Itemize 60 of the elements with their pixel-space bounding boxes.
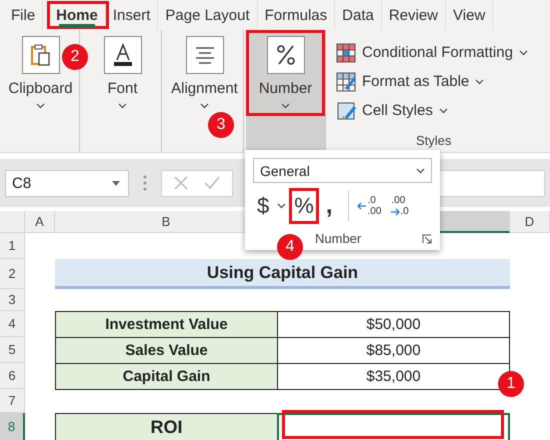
row-header[interactable]: 4 bbox=[0, 311, 25, 337]
right-arrow-icon bbox=[391, 208, 400, 216]
ribbon-button[interactable] bbox=[266, 36, 304, 74]
table-cell: Investment Value bbox=[55, 311, 278, 338]
row-header[interactable]: 6 bbox=[0, 363, 25, 389]
percent-icon bbox=[274, 43, 296, 67]
caret-icon bbox=[438, 108, 448, 114]
conditional-formatting-icon bbox=[336, 42, 356, 62]
caret-icon bbox=[36, 103, 45, 109]
table-cell: Capital Gain bbox=[55, 363, 278, 390]
table-brush-icon bbox=[336, 72, 356, 92]
text-color-icon bbox=[112, 43, 134, 67]
align-center-icon bbox=[194, 45, 216, 65]
highlight-frame bbox=[289, 188, 319, 224]
row-header[interactable]: 2 bbox=[0, 259, 25, 289]
more-icon bbox=[143, 175, 147, 191]
row-header[interactable]: 1 bbox=[0, 233, 25, 259]
group-label: Number bbox=[258, 80, 312, 97]
check-icon[interactable] bbox=[204, 176, 220, 190]
chevron-icon bbox=[416, 168, 425, 174]
left-arrow-icon bbox=[357, 202, 366, 210]
dropdown-arrow-icon bbox=[112, 180, 120, 186]
group-label: Clipboard bbox=[8, 80, 73, 97]
row-header[interactable]: 3 bbox=[0, 289, 25, 311]
column-header[interactable]: D bbox=[510, 211, 550, 233]
column-header[interactable]: A bbox=[25, 211, 55, 233]
name-box[interactable]: C8 bbox=[5, 170, 129, 196]
ribbon-button[interactable] bbox=[186, 36, 224, 74]
ribbon-menu-button[interactable]: Format as Table bbox=[336, 67, 484, 96]
caret-icon bbox=[118, 103, 127, 109]
row-header[interactable]: 5 bbox=[0, 337, 25, 363]
table-cell: $50,000 bbox=[277, 311, 510, 338]
ribbon-menu-button[interactable]: Conditional Formatting bbox=[336, 38, 528, 67]
caret-icon bbox=[518, 50, 528, 56]
comma-style-button[interactable]: , bbox=[322, 191, 336, 221]
ribbon-button[interactable] bbox=[104, 36, 142, 74]
row-header[interactable]: 7 bbox=[0, 389, 25, 413]
step-badge: 1 bbox=[498, 371, 524, 397]
number-format-dropdown[interactable]: General bbox=[253, 158, 432, 183]
increase-decimal-button[interactable]: .0 .00 bbox=[348, 191, 384, 221]
decrease-decimal-button[interactable]: .00 .0 bbox=[388, 191, 412, 221]
group-label: Styles bbox=[416, 133, 452, 148]
sheet-title: Using Capital Gain bbox=[55, 259, 510, 289]
selected-cell[interactable] bbox=[277, 413, 510, 440]
caret-icon bbox=[475, 78, 484, 84]
ribbon-menu-button[interactable]: Cell Styles bbox=[336, 96, 448, 125]
dialog-launcher-icon[interactable] bbox=[422, 234, 432, 244]
cell-brush-icon bbox=[336, 100, 356, 120]
table-cell: ROI bbox=[55, 413, 278, 440]
caret-icon bbox=[281, 103, 290, 109]
group-label: Number bbox=[315, 231, 362, 246]
ribbon-button[interactable] bbox=[22, 36, 60, 74]
group-label: Font bbox=[107, 80, 138, 97]
table-cell: Sales Value bbox=[55, 337, 278, 364]
percent-button[interactable]: % bbox=[290, 191, 318, 221]
group-label: Alignment bbox=[171, 80, 238, 97]
row-header[interactable]: 8 bbox=[0, 413, 25, 440]
caret-icon bbox=[200, 103, 209, 109]
clipboard-icon bbox=[30, 43, 52, 67]
caret-icon bbox=[277, 203, 286, 209]
